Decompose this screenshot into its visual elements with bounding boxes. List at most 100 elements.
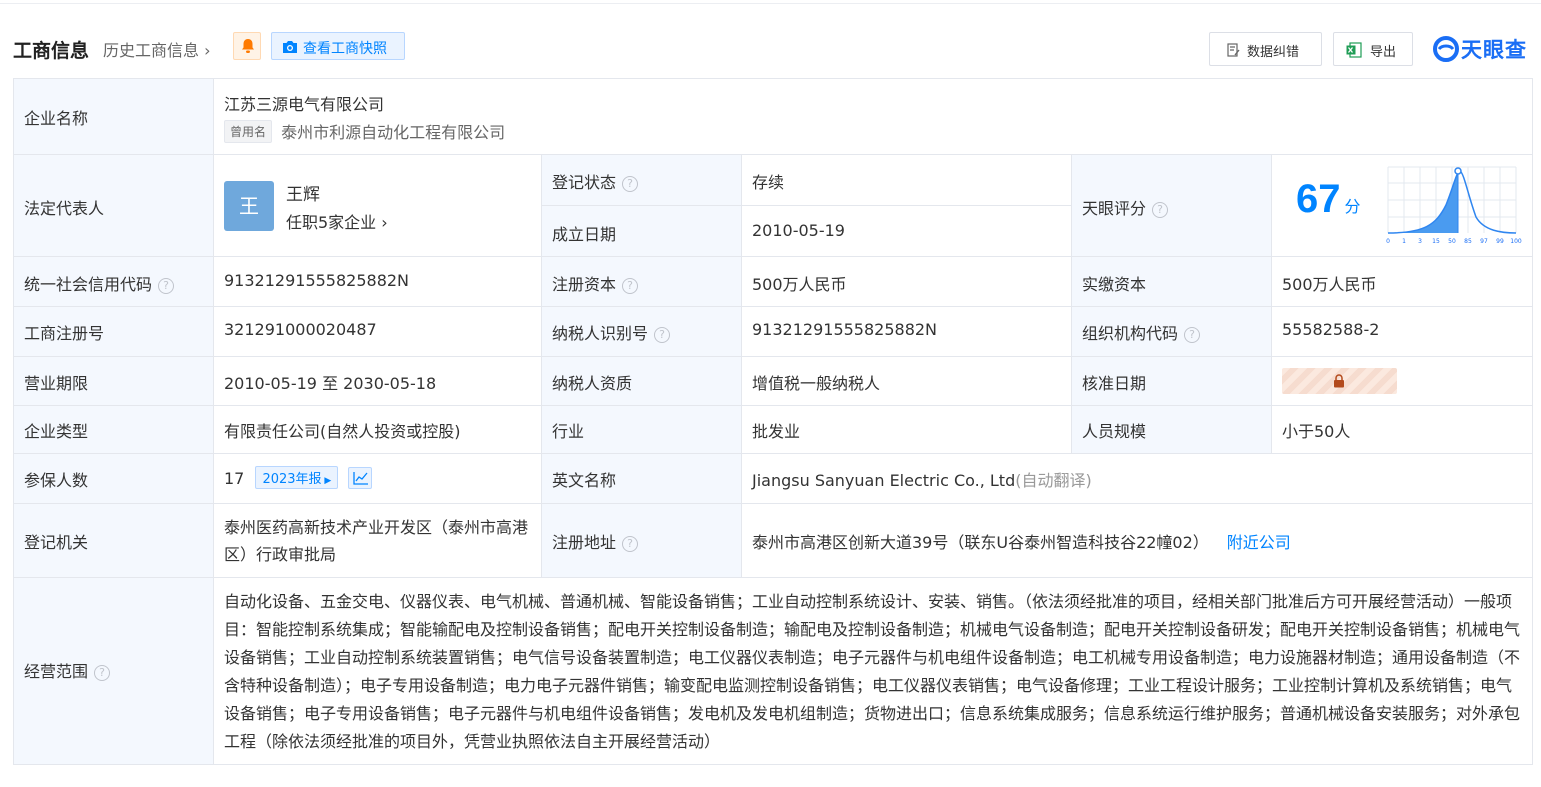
status-label-cell: 登记状态?	[542, 155, 742, 206]
excel-icon	[1346, 42, 1362, 58]
en-name-label-cell: 英文名称	[542, 454, 742, 504]
score-distribution-chart: 0 1 3 15 50 85 97 99 100	[1386, 166, 1522, 245]
export-button[interactable]: 导出	[1333, 32, 1413, 66]
credit-code[interactable]: 91321291555825882N	[224, 271, 409, 290]
staff-size: 小于50人	[1282, 422, 1351, 441]
help-icon[interactable]: ?	[94, 665, 111, 681]
history-link[interactable]: 历史工商信息 ›	[103, 37, 211, 61]
score-tick: 85	[1464, 238, 1472, 245]
company-name-label: 企业名称	[24, 109, 89, 128]
score-tick: 0	[1386, 238, 1390, 245]
top-divider	[0, 0, 1541, 4]
chevron-right-icon: ›	[199, 41, 211, 60]
score-display: 67 分	[1296, 177, 1361, 222]
authority-label: 登记机关	[24, 533, 89, 552]
reg-no[interactable]: 321291000020487	[224, 320, 377, 339]
brand-name: 天眼查	[1461, 38, 1527, 62]
scope-cell: 自动化设备、五金交电、仪器仪表、电气机械、普通机械、智能设备销售；工业自动控制系…	[214, 578, 1532, 764]
legal-rep-roles-link[interactable]: 任职5家企业 ›	[286, 209, 388, 233]
credit-code-cell: 91321291555825882N	[214, 257, 542, 307]
help-icon[interactable]: ?	[622, 278, 639, 294]
company-type-label: 企业类型	[24, 422, 89, 441]
company-type: 有限责任公司(自然人投资或控股)	[224, 422, 461, 441]
help-icon[interactable]: ?	[654, 327, 671, 343]
data-correction-label: 数据纠错	[1247, 45, 1300, 60]
staff-size-label: 人员规模	[1082, 422, 1147, 441]
annual-report-tag[interactable]: 2023年报 ▶	[255, 466, 339, 489]
lock-icon	[1334, 374, 1344, 388]
authority-cell: 泰州医药高新技术产业开发区（泰州市高港区）行政审批局	[214, 504, 542, 578]
section-header: 工商信息 历史工商信息 › 查看工商快照 数据纠错 导出 天眼查	[13, 30, 1533, 68]
registered-address: 泰州市高港区创新大道39号（联东U谷泰州智造科技谷22幢02）	[752, 533, 1209, 552]
help-icon[interactable]: ?	[1184, 327, 1201, 343]
staff-label-cell: 人员规模	[1072, 406, 1272, 454]
annual-report-year: 2023年报	[262, 472, 322, 487]
help-icon[interactable]: ?	[158, 278, 175, 294]
org-code[interactable]: 55582588-2	[1282, 320, 1379, 339]
bell-icon	[242, 39, 254, 53]
found-date-label: 成立日期	[552, 225, 617, 244]
staff-cell: 小于50人	[1272, 406, 1532, 454]
status-value: 存续	[752, 173, 785, 192]
reg-capital-cell: 500万人民币	[742, 257, 1072, 307]
industry-cell: 批发业	[742, 406, 1072, 454]
insured-label-cell: 参保人数	[14, 454, 214, 504]
tax-id-label-cell: 纳税人识别号?	[542, 307, 742, 357]
insured-count: 17	[224, 469, 245, 488]
help-icon[interactable]: ?	[1152, 202, 1169, 218]
export-label: 导出	[1370, 45, 1397, 60]
approve-date-label-cell: 核准日期	[1072, 357, 1272, 406]
score-tick: 3	[1418, 238, 1422, 245]
org-code-label: 组织机构代码	[1082, 324, 1179, 343]
legal-rep-cell: 王 王辉 任职5家企业 ›	[214, 155, 542, 257]
legal-rep-label: 法定代表人	[24, 199, 105, 218]
paid-capital: 500万人民币	[1282, 275, 1377, 294]
paid-capital-cell: 500万人民币	[1272, 257, 1532, 307]
data-correction-button[interactable]: 数据纠错	[1209, 32, 1322, 66]
help-icon[interactable]: ?	[622, 176, 639, 192]
score-unit: 分	[1344, 197, 1361, 216]
org-code-label-cell: 组织机构代码?	[1072, 307, 1272, 357]
en-name-cell: Jiangsu Sanyuan Electric Co., Ltd(自动翻译)	[742, 454, 1532, 504]
section-title: 工商信息	[13, 40, 90, 62]
score-value: 67	[1296, 177, 1341, 221]
term-label: 营业期限	[24, 374, 89, 393]
paid-capital-label-cell: 实缴资本	[1072, 257, 1272, 307]
reg-no-cell: 321291000020487	[214, 307, 542, 357]
tax-qual: 增值税一般纳税人	[752, 374, 881, 393]
type-label-cell: 企业类型	[14, 406, 214, 454]
help-icon[interactable]: ?	[622, 536, 639, 552]
address-cell: 泰州市高港区创新大道39号（联东U谷泰州智造科技谷22幢02） 附近公司	[742, 504, 1532, 578]
industry: 批发业	[752, 422, 801, 441]
score-tick: 50	[1448, 238, 1456, 245]
score-label: 天眼评分	[1082, 199, 1147, 218]
trend-button[interactable]	[348, 467, 373, 489]
credit-code-label-cell: 统一社会信用代码?	[14, 257, 214, 307]
paid-capital-label: 实缴资本	[1082, 275, 1147, 294]
avatar[interactable]: 王	[224, 181, 274, 231]
nearby-companies-link[interactable]: 附近公司	[1227, 533, 1291, 552]
tax-id[interactable]: 91321291555825882N	[752, 320, 937, 339]
scope-label: 经营范围	[24, 662, 89, 681]
term-label-cell: 营业期限	[14, 357, 214, 406]
tax-qual-cell: 增值税一般纳税人	[742, 357, 1072, 406]
english-name: Jiangsu Sanyuan Electric Co., Ltd	[752, 471, 1016, 490]
authority-label-cell: 登记机关	[14, 504, 214, 578]
en-name-label: 英文名称	[552, 471, 617, 490]
locked-value[interactable]	[1282, 368, 1397, 394]
term-cell: 2010-05-19 至 2030-05-18	[214, 357, 542, 406]
found-date-cell: 2010-05-19	[742, 206, 1072, 257]
score-tick: 100	[1510, 238, 1522, 245]
legal-rep-name[interactable]: 王辉	[286, 180, 320, 205]
edit-doc-icon	[1227, 43, 1240, 57]
registration-authority: 泰州医药高新技术产业开发区（泰州市高港区）行政审批局	[224, 518, 529, 564]
address-label-cell: 注册地址?	[542, 504, 742, 578]
score-cell[interactable]: 67 分 0 1 3 15 50 85 97 99 100	[1272, 155, 1532, 257]
legal-rep-label-cell: 法定代表人	[14, 155, 214, 257]
snapshot-button[interactable]: 查看工商快照	[271, 32, 405, 60]
found-date: 2010-05-19	[752, 221, 845, 240]
company-name[interactable]: 江苏三源电气有限公司	[224, 91, 384, 115]
legal-rep-roles: 任职5家企业	[286, 213, 377, 232]
approve-date-cell	[1272, 357, 1532, 406]
monitor-bell-button[interactable]	[233, 32, 261, 60]
